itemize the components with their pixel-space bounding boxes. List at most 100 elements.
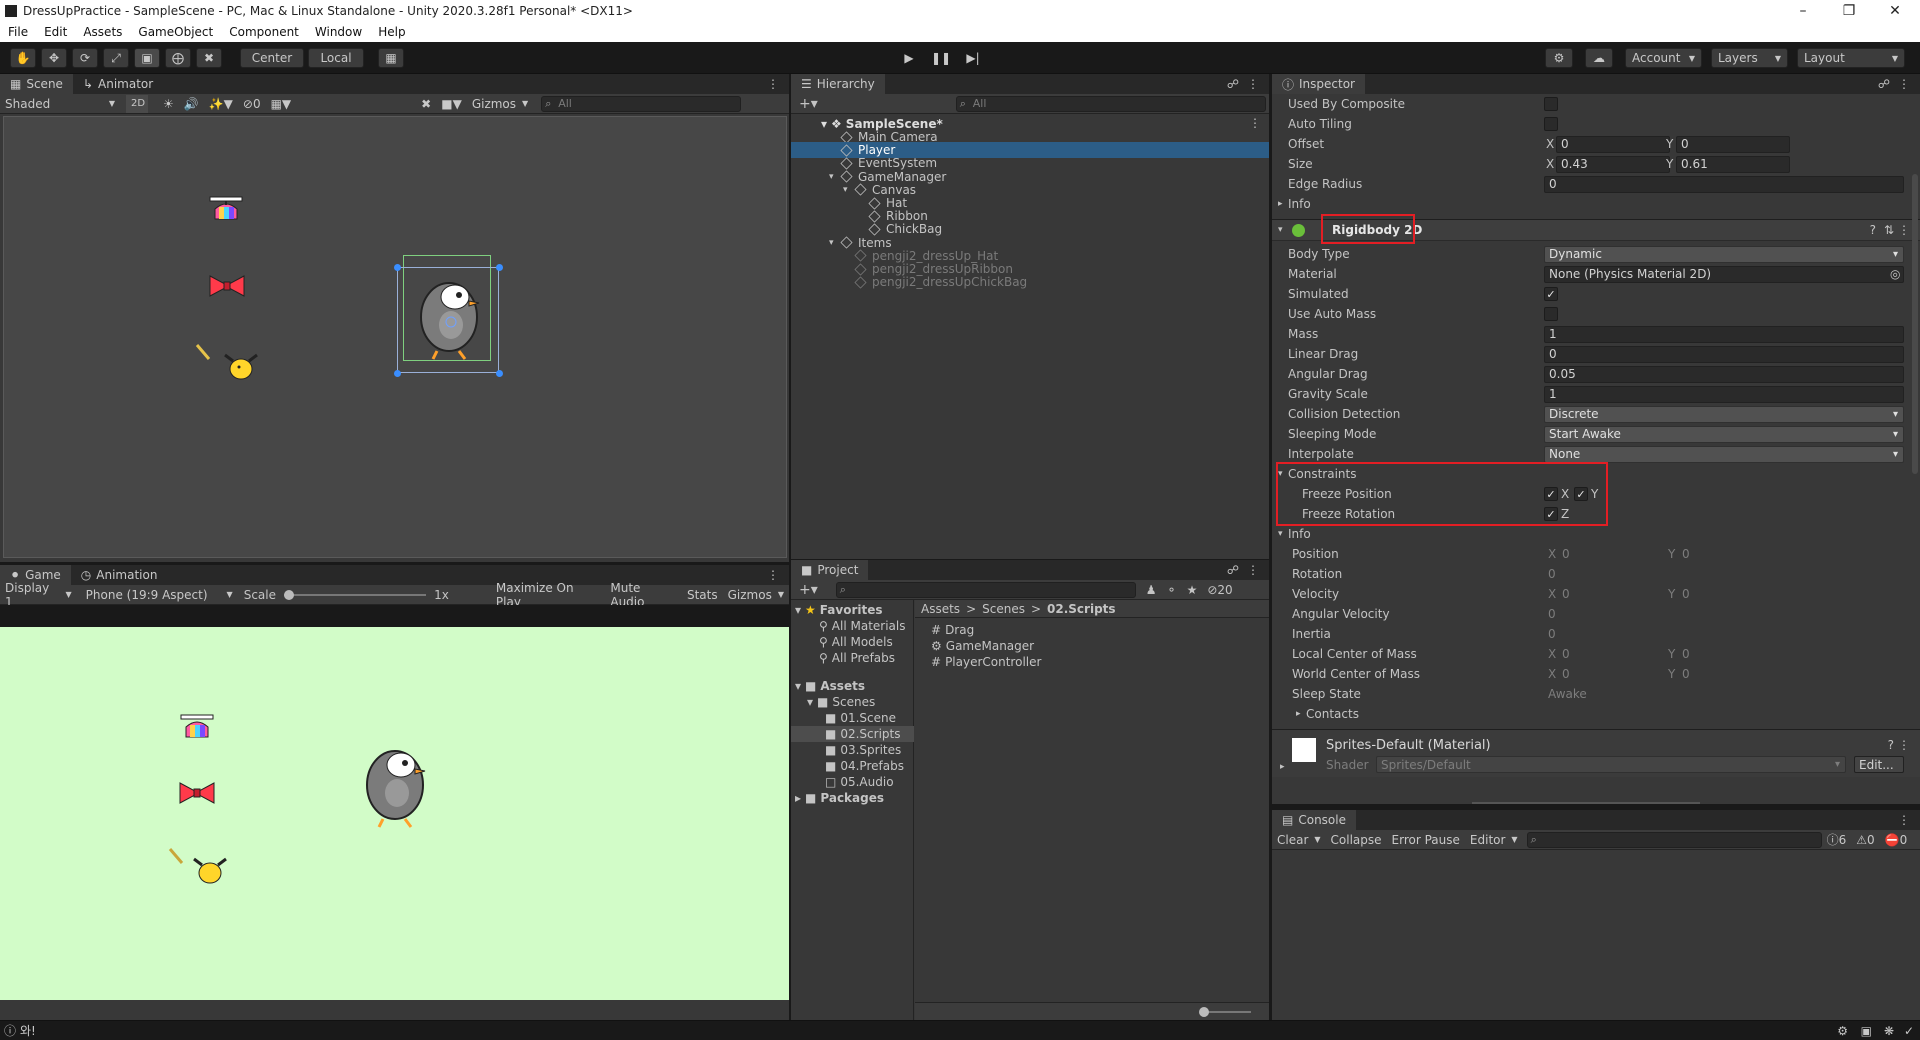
- status-message[interactable]: 와!: [20, 1022, 36, 1039]
- rigidbody-foldout-caret[interactable]: ▾: [1278, 225, 1283, 235]
- interpolate-dropdown[interactable]: None: [1544, 445, 1904, 463]
- custom-tool-icon[interactable]: ✖: [196, 48, 222, 68]
- folder-02-scripts[interactable]: ■ 02.Scripts: [791, 726, 914, 742]
- favorite-all-materials[interactable]: ⚲ All Materials: [819, 618, 906, 634]
- mode-2d-button[interactable]: 2D: [126, 94, 148, 113]
- folder-03-sprites[interactable]: ■ 03.Sprites: [825, 742, 901, 758]
- rotate-tool-icon[interactable]: ⟳: [72, 48, 98, 68]
- stats-toggle[interactable]: Stats: [682, 586, 723, 604]
- ribbon-sprite[interactable]: [208, 273, 246, 299]
- auto-generate-icon[interactable]: ✓: [1904, 1024, 1914, 1038]
- folder-04-prefabs[interactable]: ■ 04.Prefabs: [825, 758, 904, 774]
- hierarchy-search-input[interactable]: All: [955, 95, 1266, 112]
- camera-icon[interactable]: ■▼: [436, 95, 467, 113]
- favorite-all-models[interactable]: ⚲ All Models: [819, 634, 893, 650]
- simulated-checkbox[interactable]: ✓: [1544, 287, 1558, 301]
- grid-snap-icon[interactable]: ▦: [378, 48, 404, 68]
- rb-info-caret[interactable]: ▾: [1278, 529, 1283, 539]
- layers-dropdown[interactable]: Layers ▼: [1711, 48, 1788, 68]
- menu-help[interactable]: Help: [370, 25, 413, 39]
- inspector-lock-icon[interactable]: ☍: [1878, 77, 1890, 91]
- angular-drag-field[interactable]: 0.05: [1544, 365, 1904, 383]
- file-drag[interactable]: # Drag: [931, 622, 974, 638]
- hidden-packages-toggle[interactable]: ⊘20: [1207, 583, 1232, 597]
- scale-tool-icon[interactable]: ⤢: [103, 48, 129, 68]
- tree-caret[interactable]: ▾: [843, 185, 851, 195]
- breadcrumb-scenes[interactable]: Scenes: [982, 602, 1025, 616]
- offset-y-field[interactable]: 0: [1676, 135, 1790, 153]
- shading-dropdown[interactable]: Shaded ▼: [0, 95, 120, 113]
- move-tool-icon[interactable]: ✥: [41, 48, 67, 68]
- help-icon[interactable]: ?: [1870, 223, 1876, 237]
- hidden-objects-toggle[interactable]: ⊘ 0: [238, 95, 266, 113]
- preset-icon[interactable]: ⇅: [1884, 223, 1894, 237]
- project-lock-icon[interactable]: ☍: [1227, 563, 1239, 577]
- packages-item[interactable]: ▸ ■ Packages: [795, 790, 884, 806]
- penguin-sprite[interactable]: [409, 267, 489, 363]
- menu-gameobject[interactable]: GameObject: [130, 25, 221, 39]
- restore-icon[interactable]: ❐: [1826, 0, 1872, 22]
- pause-icon[interactable]: ❚❚: [925, 48, 957, 68]
- handle-top-left[interactable]: [394, 264, 401, 271]
- gravity-scale-field[interactable]: 1: [1544, 385, 1904, 403]
- layout-dropdown[interactable]: Layout ▼: [1797, 48, 1905, 68]
- info-foldout-caret[interactable]: ▸: [1278, 199, 1283, 209]
- game-chickbag-sprite[interactable]: [166, 847, 236, 887]
- inspector-horizontal-scrollbar[interactable]: [1472, 802, 1700, 804]
- debug-icon[interactable]: ❋: [1884, 1024, 1894, 1038]
- collab-icon[interactable]: ⚙: [1545, 48, 1573, 68]
- component-menu-icon[interactable]: ⋮: [1898, 223, 1910, 237]
- menu-edit[interactable]: Edit: [36, 25, 75, 39]
- collider-info-foldout[interactable]: Info: [1288, 197, 1311, 211]
- error-pause-toggle[interactable]: Error Pause: [1387, 831, 1465, 849]
- hierarchy-menu-icon[interactable]: ⋮: [1247, 77, 1259, 91]
- tools-icon[interactable]: ✖: [416, 95, 436, 113]
- file-gamemanager[interactable]: ⚙ GameManager: [931, 638, 1034, 654]
- material-field[interactable]: None (Physics Material 2D): [1544, 265, 1904, 283]
- cache-server-icon[interactable]: ⚙: [1837, 1024, 1848, 1038]
- step-icon[interactable]: ▶|: [957, 48, 989, 68]
- menu-file[interactable]: File: [0, 25, 36, 39]
- tree-caret[interactable]: ▾: [829, 172, 837, 182]
- search-by-type-icon[interactable]: ♟: [1146, 583, 1157, 597]
- material-foldout-caret[interactable]: ▸: [1280, 762, 1285, 772]
- project-create-icon[interactable]: +▾: [791, 582, 826, 598]
- scenes-folder-item[interactable]: ▾ ■ Scenes: [807, 694, 875, 710]
- progress-icon[interactable]: ▣: [1861, 1024, 1872, 1038]
- game-penguin-sprite[interactable]: [355, 739, 435, 829]
- used-by-composite-checkbox[interactable]: [1544, 97, 1558, 111]
- tab-project[interactable]: ■ Project: [791, 560, 869, 580]
- menu-window[interactable]: Window: [307, 25, 370, 39]
- tab-scene[interactable]: ▦ Scene: [0, 74, 73, 94]
- sleeping-mode-dropdown[interactable]: Start Awake: [1544, 425, 1904, 443]
- scene-root-menu-icon[interactable]: ⋮: [1249, 116, 1261, 130]
- shader-edit-button[interactable]: Edit...: [1854, 756, 1904, 773]
- linear-drag-field[interactable]: 0: [1544, 345, 1904, 363]
- scene-search-input[interactable]: All: [541, 95, 742, 112]
- material-help-icon[interactable]: ?: [1888, 738, 1894, 752]
- project-search-input[interactable]: [835, 581, 1136, 598]
- use-auto-mass-checkbox[interactable]: [1544, 307, 1558, 321]
- body-type-dropdown[interactable]: Dynamic: [1544, 245, 1904, 263]
- hat-sprite[interactable]: [207, 195, 245, 225]
- game-hat-sprite[interactable]: [178, 713, 216, 743]
- object-picker-icon[interactable]: ◎: [1890, 267, 1900, 281]
- contacts-caret[interactable]: ▸: [1296, 709, 1301, 719]
- breadcrumb-assets[interactable]: Assets: [921, 602, 960, 616]
- offset-x-field[interactable]: 0: [1556, 135, 1670, 153]
- rect-tool-icon[interactable]: ▣: [134, 48, 160, 68]
- breadcrumb-scripts[interactable]: 02.Scripts: [1047, 602, 1116, 616]
- pivot-local-button[interactable]: Local: [308, 48, 364, 68]
- lighting-icon[interactable]: ☀: [158, 95, 179, 113]
- shader-dropdown[interactable]: Sprites/Default: [1376, 756, 1846, 773]
- folder-05-audio[interactable]: □ 05.Audio: [825, 774, 894, 790]
- mass-field[interactable]: 1: [1544, 325, 1904, 343]
- search-by-label-icon[interactable]: ⚬: [1167, 583, 1177, 597]
- info-filter-toggle[interactable]: ⓘ 6: [1822, 831, 1852, 849]
- console-menu-icon[interactable]: ⋮: [1898, 813, 1910, 827]
- minimize-icon[interactable]: –: [1780, 0, 1826, 22]
- hand-tool-icon[interactable]: ✋: [10, 48, 36, 68]
- menu-component[interactable]: Component: [221, 25, 307, 39]
- play-icon[interactable]: ▶: [893, 48, 925, 68]
- mute-audio-toggle[interactable]: Mute Audio: [605, 581, 682, 609]
